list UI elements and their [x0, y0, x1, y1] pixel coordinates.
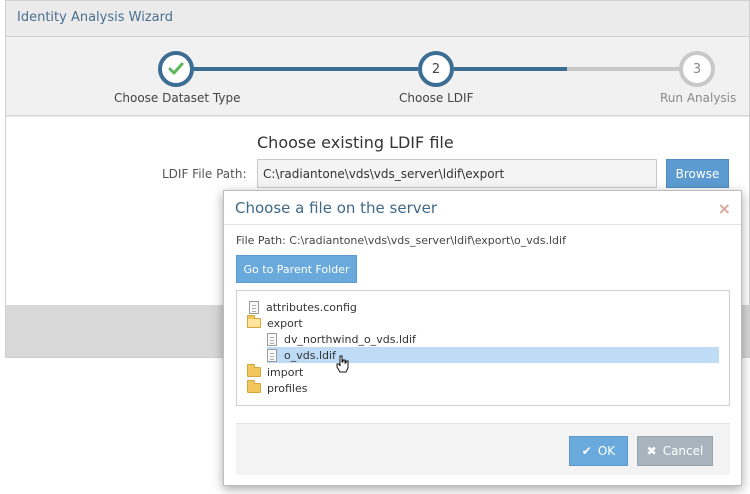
- step-1-circle[interactable]: [158, 51, 194, 87]
- tree-item-label: import: [267, 365, 304, 379]
- tree-item-label: export: [267, 316, 303, 330]
- tree-item-attributes-config[interactable]: attributes.config: [249, 299, 357, 315]
- file-icon: [249, 300, 259, 314]
- ldif-path-label: LDIF File Path:: [162, 167, 247, 181]
- folder-icon: [247, 380, 261, 393]
- wizard-stepper: 2 3 Choose Dataset Type Choose LDIF Run …: [6, 37, 749, 116]
- file-chooser-dialog: Choose a file on the server × File Path:…: [223, 190, 742, 486]
- tree-item-label: o_vds.ldif: [284, 348, 336, 362]
- ok-button[interactable]: ✔ OK: [569, 436, 628, 466]
- folder-open-icon: [247, 315, 261, 328]
- step-3-circle[interactable]: 3: [679, 51, 715, 87]
- tree-item-profiles[interactable]: profiles: [247, 380, 307, 396]
- x-icon: ✖: [646, 444, 657, 458]
- dialog-footer: ✔ OK ✖ Cancel: [236, 423, 730, 475]
- check-icon: [168, 62, 184, 75]
- close-icon[interactable]: ×: [718, 199, 731, 218]
- browse-button[interactable]: Browse: [666, 159, 729, 188]
- tree-item-label: profiles: [267, 381, 308, 395]
- step-2-circle[interactable]: 2: [418, 51, 454, 87]
- ok-label: OK: [597, 444, 616, 458]
- selected-file-path: File Path: C:\radiantone\vds\vds_server\…: [236, 234, 566, 247]
- wizard-title: Identity Analysis Wizard: [17, 10, 173, 25]
- checkmark-icon: ✔: [581, 444, 592, 458]
- dialog-header: Choose a file on the server ×: [224, 191, 741, 225]
- wizard-header: Identity Analysis Wizard: [6, 1, 749, 37]
- step-connector-2-remaining: [567, 67, 681, 71]
- section-title: Choose existing LDIF file: [257, 133, 454, 152]
- cancel-label: Cancel: [662, 444, 704, 458]
- hand-pointer-cursor-icon: [336, 355, 349, 373]
- step-connector-2-progress: [454, 67, 567, 71]
- file-tree: attributes.config export dv_northwind_o_…: [236, 290, 730, 406]
- tree-item-o-vds-selected[interactable]: o_vds.ldif: [267, 347, 719, 363]
- tree-item-label: attributes.config: [266, 300, 357, 314]
- file-icon: [267, 348, 277, 362]
- tree-item-label: dv_northwind_o_vds.ldif: [284, 332, 416, 346]
- step-3-label: Run Analysis: [660, 91, 737, 105]
- folder-icon: [247, 364, 261, 377]
- ldif-path-input[interactable]: C:\radiantone\vds\vds_server\ldif\export: [257, 159, 657, 188]
- file-icon: [267, 332, 277, 346]
- dialog-title: Choose a file on the server: [235, 199, 438, 217]
- tree-item-import[interactable]: import: [247, 364, 303, 380]
- go-to-parent-folder-button[interactable]: Go to Parent Folder: [236, 255, 357, 283]
- step-2-label: Choose LDIF: [399, 91, 474, 105]
- app-root: Identity Analysis Wizard 2 3 Choose Data…: [0, 0, 750, 494]
- cancel-button[interactable]: ✖ Cancel: [637, 436, 713, 466]
- step-connector-1: [193, 67, 418, 71]
- step-1-label: Choose Dataset Type: [114, 91, 241, 105]
- tree-item-dv-northwind[interactable]: dv_northwind_o_vds.ldif: [267, 331, 416, 347]
- tree-item-export[interactable]: export: [247, 315, 303, 331]
